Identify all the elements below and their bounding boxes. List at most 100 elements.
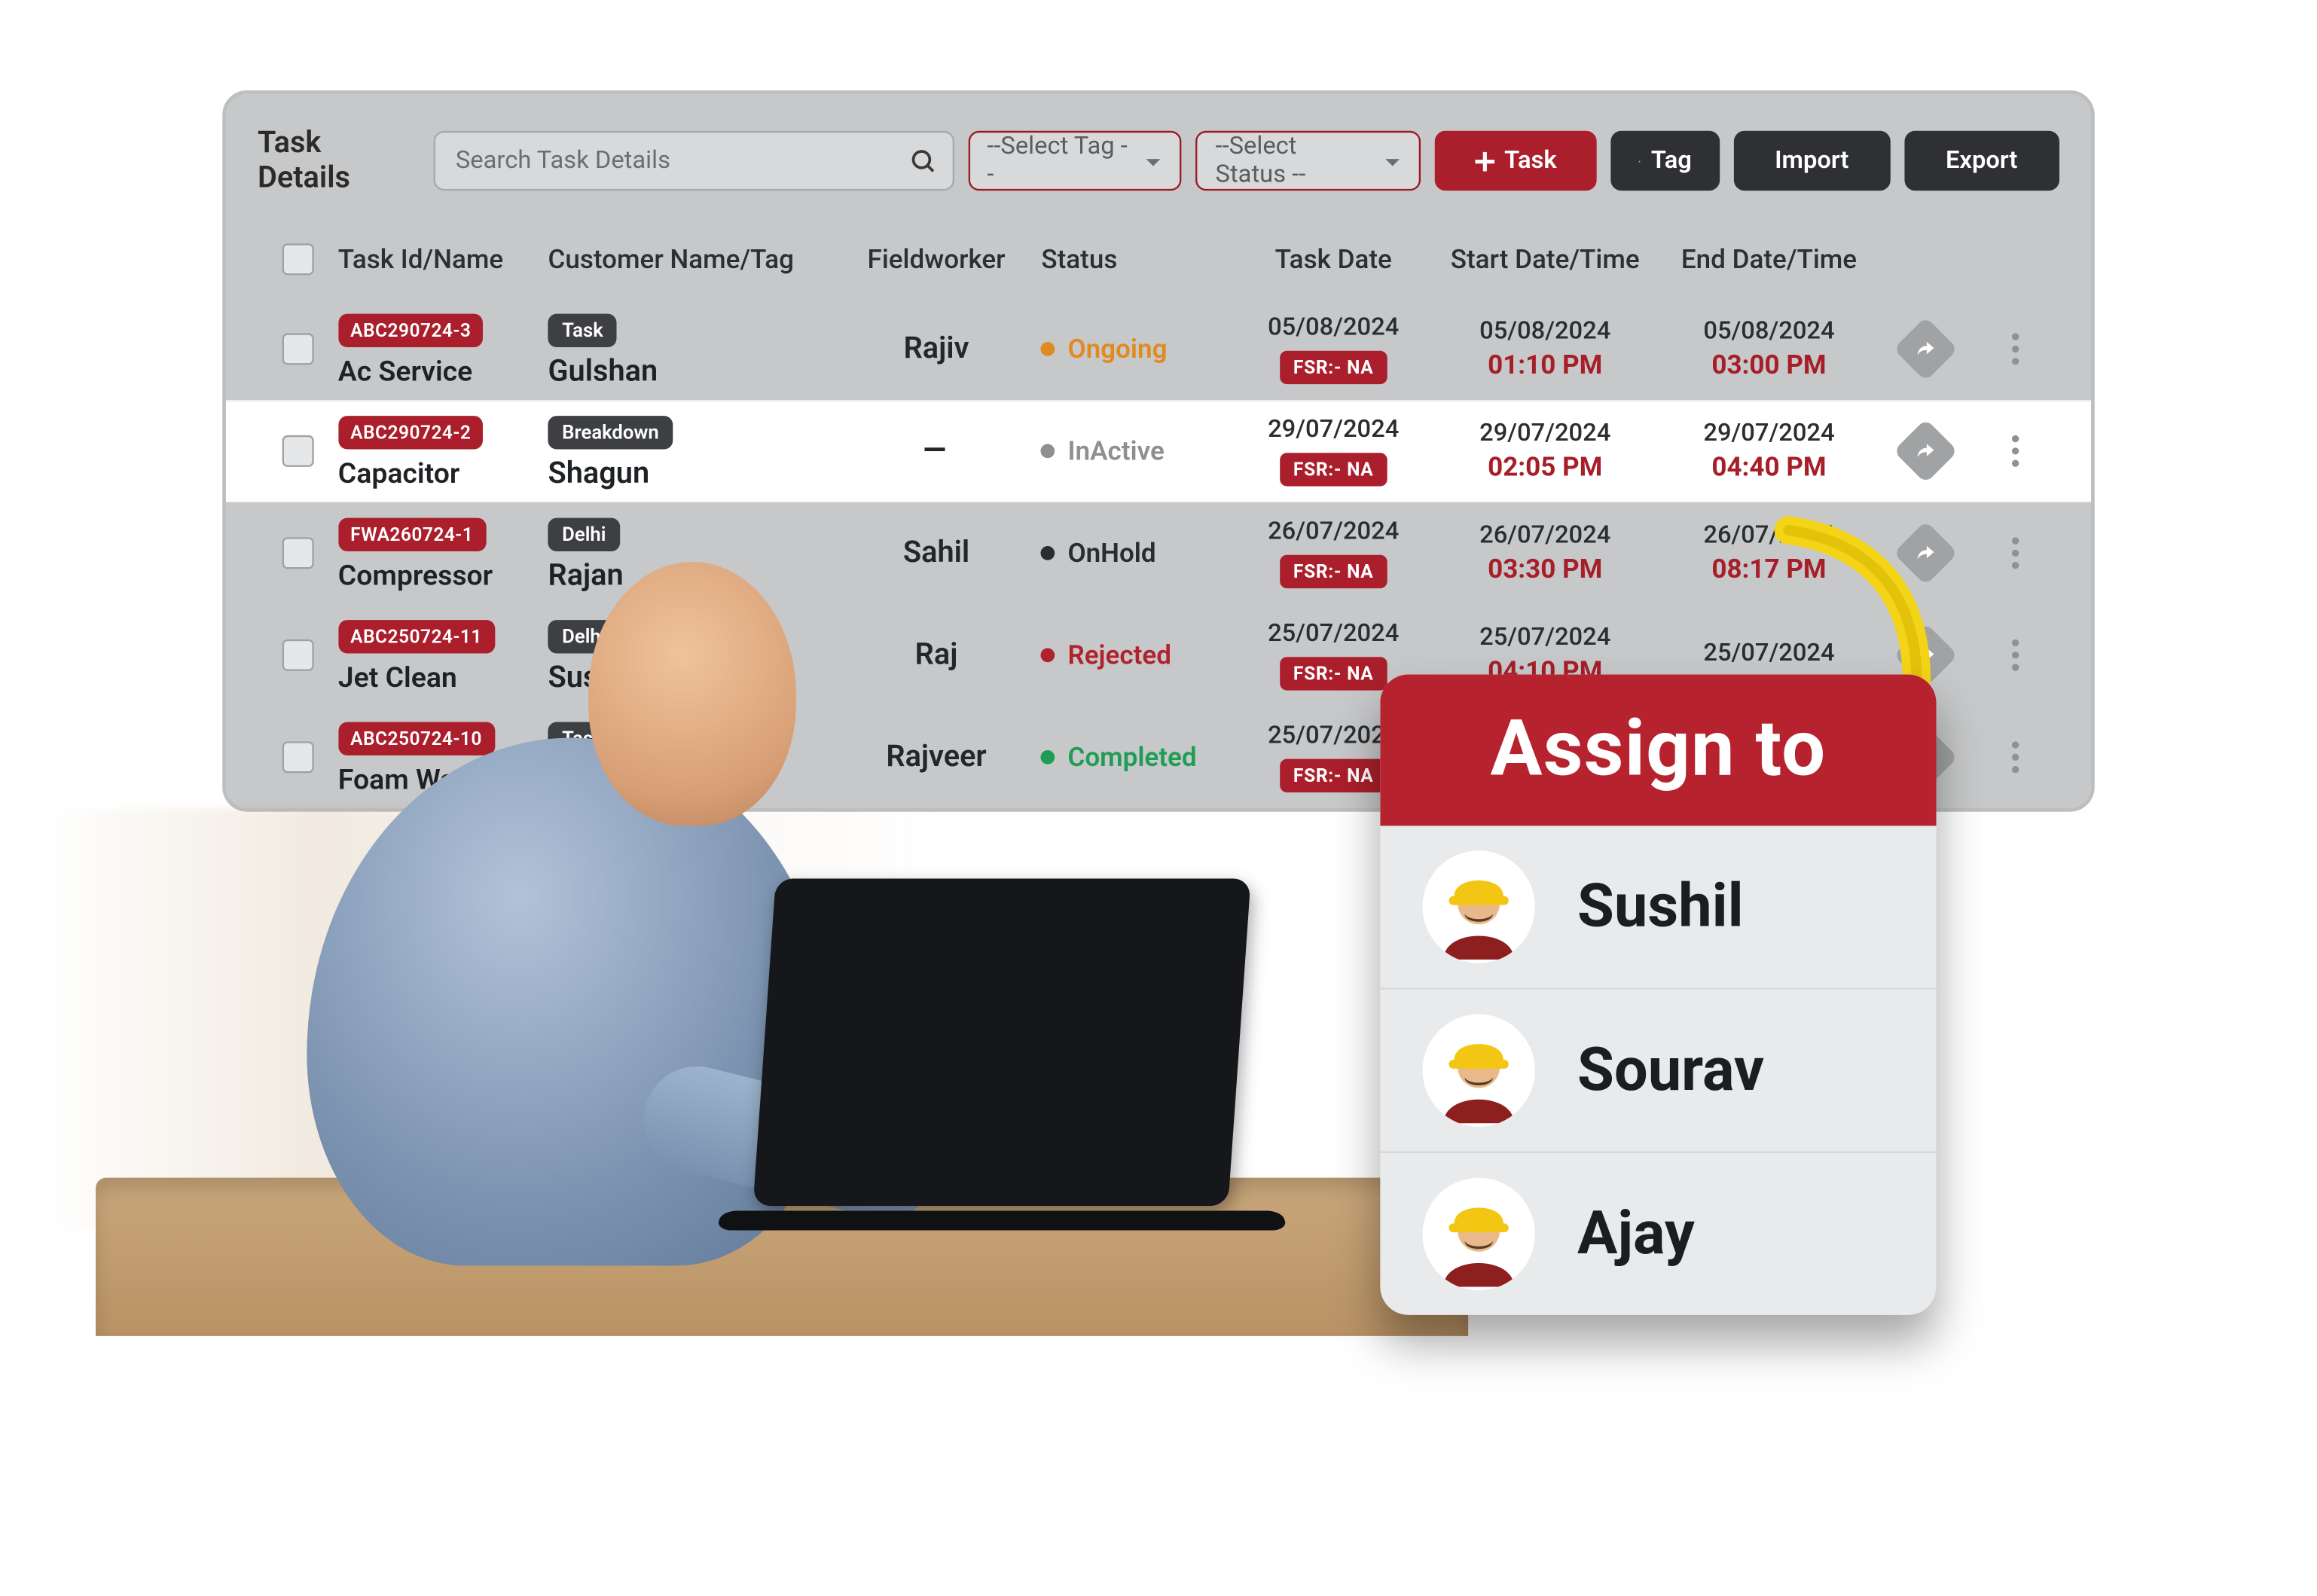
import-button[interactable]: Import (1734, 131, 1890, 191)
plus-icon (1474, 151, 1494, 171)
end-date: 29/07/2024 (1657, 420, 1881, 447)
export-label: Export (1946, 147, 2017, 175)
assign-option[interactable]: Ajay (1380, 1153, 1936, 1315)
col-fieldworker[interactable]: Fieldworker (832, 243, 1042, 275)
select-tag-label: --Select Tag -- (987, 133, 1127, 189)
end-date: 25/07/2024 (1657, 639, 1881, 667)
assign-option-name: Sushil (1577, 871, 1744, 941)
end-time: 03:00 PM (1657, 349, 1881, 380)
select-status[interactable]: --Select Status -- (1196, 131, 1421, 191)
end-time: 04:40 PM (1657, 451, 1881, 483)
row-checkbox[interactable] (282, 435, 313, 467)
assign-popup-title: Assign to (1380, 675, 1936, 826)
end-time: 08:17 PM (1657, 553, 1881, 584)
avatar (1422, 1178, 1535, 1291)
avatar (1422, 1014, 1535, 1127)
row-checkbox[interactable] (282, 639, 313, 671)
add-tag-label: Tag (1651, 147, 1692, 175)
col-start[interactable]: Start Date/Time (1433, 243, 1657, 275)
row-checkbox[interactable] (282, 537, 313, 569)
status-text: Completed (1067, 741, 1196, 773)
fieldworker-name: Rajveer (832, 740, 1042, 775)
fieldworker-name: Rajiv (832, 331, 1042, 367)
assign-button[interactable] (1894, 419, 1959, 484)
col-task-id[interactable]: Task Id/Name (338, 243, 548, 275)
assign-popup: Assign to Sushil Sourav Ajay (1380, 675, 1936, 1315)
customer-name: Sakshi (548, 761, 831, 797)
export-button[interactable]: Export (1903, 131, 2059, 191)
fieldworker-name: Sahil (832, 536, 1042, 571)
customer-tag: Breakdown (548, 415, 673, 448)
fsr-badge: FSR:- NA (1279, 759, 1387, 792)
status-text: InActive (1067, 435, 1164, 467)
table-row[interactable]: FWA260724-1 Compressor Delhi Rajan Sahil… (247, 502, 2070, 604)
status-dot-icon (1041, 750, 1055, 764)
assign-button[interactable] (1894, 316, 1959, 381)
page-title: Task Details (258, 126, 412, 196)
table-header: Task Id/Name Customer Name/Tag Fieldwork… (247, 221, 2070, 298)
customer-tag: Delhi (548, 619, 620, 652)
import-label: Import (1775, 147, 1848, 175)
row-checkbox[interactable] (282, 333, 313, 365)
start-time: 03:30 PM (1433, 553, 1657, 584)
row-more-button[interactable] (1995, 736, 2037, 778)
task-name: Capacitor (338, 456, 548, 490)
task-date: 05/08/2024 (1234, 314, 1433, 342)
end-date: 26/07/2024 (1657, 521, 1881, 549)
fsr-badge: FSR:- NA (1279, 351, 1387, 384)
select-all-checkbox[interactable] (282, 243, 313, 275)
status-dot-icon (1041, 546, 1055, 560)
task-id-badge: FWA260724-1 (338, 518, 486, 551)
row-more-button[interactable] (1995, 532, 2037, 574)
add-task-label: Task (1504, 147, 1556, 175)
task-name: Compressor (338, 558, 548, 591)
row-more-button[interactable] (1995, 328, 2037, 370)
assign-option[interactable]: Sourav (1380, 990, 1936, 1153)
fsr-badge: FSR:- NA (1279, 657, 1387, 690)
chevron-down-icon (1145, 144, 1162, 177)
start-time: 01:10 PM (1433, 349, 1657, 380)
add-tag-button[interactable]: Tag (1610, 131, 1720, 191)
search-wrap (433, 131, 954, 191)
row-checkbox[interactable] (282, 741, 313, 773)
col-status[interactable]: Status (1041, 243, 1233, 275)
col-end[interactable]: End Date/Time (1657, 243, 1881, 275)
task-id-badge: ABC250724-11 (338, 620, 494, 653)
col-task-date[interactable]: Task Date (1234, 243, 1433, 275)
row-more-button[interactable] (1995, 430, 2037, 472)
customer-tag: Delhi (548, 517, 620, 550)
customer-tag: Task (548, 313, 617, 346)
status-badge: OnHold (1041, 537, 1233, 569)
search-input[interactable] (433, 131, 954, 191)
start-date: 05/08/2024 (1433, 317, 1657, 345)
col-customer[interactable]: Customer Name/Tag (548, 243, 831, 275)
task-id-badge: ABC290724-2 (338, 416, 484, 449)
select-status-label: --Select Status -- (1216, 133, 1366, 189)
add-task-button[interactable]: Task (1434, 131, 1596, 191)
status-dot-icon (1041, 342, 1055, 356)
fsr-badge: FSR:- NA (1279, 453, 1387, 486)
customer-name: Rajan (548, 557, 831, 593)
status-badge: Completed (1041, 741, 1233, 773)
start-date: 29/07/2024 (1433, 420, 1657, 447)
assign-option[interactable]: Sushil (1380, 825, 1936, 989)
assign-button[interactable] (1894, 520, 1959, 585)
status-badge: InActive (1041, 435, 1233, 467)
customer-name: Sushil (548, 660, 831, 695)
start-date: 25/07/2024 (1433, 624, 1657, 652)
start-time: 02:05 PM (1433, 451, 1657, 483)
task-name: Jet Clean (338, 661, 548, 694)
customer-tag: Task (548, 721, 617, 754)
fieldworker-name: Raj (832, 637, 1042, 673)
plus-icon (1639, 151, 1641, 171)
customer-name: Gulshan (548, 353, 831, 389)
status-badge: Ongoing (1041, 333, 1233, 365)
table-row[interactable]: ABC290724-3 Ac Service Task Gulshan Raji… (247, 298, 2070, 400)
row-more-button[interactable] (1995, 634, 2037, 676)
end-date: 05/08/2024 (1657, 317, 1881, 345)
select-tag[interactable]: --Select Tag -- (968, 131, 1183, 191)
customer-name: Shagun (548, 456, 831, 491)
table-row[interactable]: ABC290724-2 Capacitor Breakdown Shagun —… (226, 400, 2091, 502)
status-dot-icon (1041, 444, 1055, 459)
chevron-down-icon (1383, 144, 1400, 177)
